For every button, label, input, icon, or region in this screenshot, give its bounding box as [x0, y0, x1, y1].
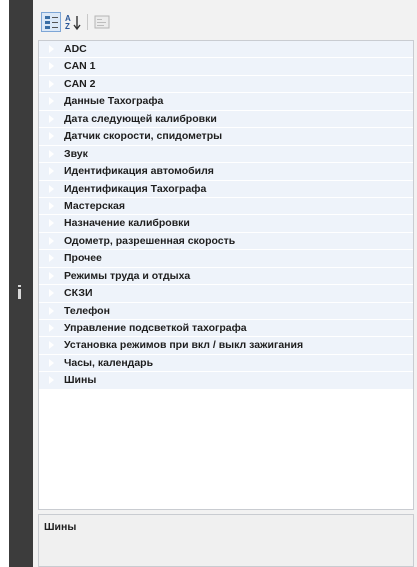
category-label: Часы, календарь [64, 356, 154, 369]
category-row-tachograph-data[interactable]: Данные Тахографа [39, 93, 413, 111]
expand-arrow-icon[interactable] [48, 270, 54, 281]
category-row-speed-sensor[interactable]: Датчик скорости, спидометры [39, 128, 413, 146]
description-pane: Шины [38, 514, 414, 567]
categorized-view-button[interactable] [41, 12, 61, 32]
expand-arrow-icon[interactable] [48, 148, 54, 159]
category-row-calibration-purpose[interactable]: Назначение калибровки [39, 215, 413, 233]
expand-arrow-icon[interactable] [48, 166, 54, 177]
side-splitter[interactable] [9, 0, 33, 567]
property-pages-icon [94, 15, 110, 29]
category-label: Шины [64, 374, 97, 387]
category-row-work-rest-modes[interactable]: Режимы труда и отдыха [39, 267, 413, 286]
category-label: Звук [64, 147, 88, 160]
expand-arrow-icon[interactable] [48, 375, 54, 386]
property-pages-button[interactable] [92, 12, 112, 32]
expand-arrow-icon[interactable] [48, 305, 54, 316]
category-label: СКЗИ [64, 287, 93, 300]
category-row-odometer[interactable]: Одометр, разрешенная скорость [39, 232, 413, 251]
category-label: CAN 1 [64, 60, 96, 73]
category-label: Одометр, разрешенная скорость [64, 234, 236, 247]
category-label: Прочее [64, 252, 102, 265]
property-grid: ADC CAN 1 CAN 2 Данные Тахографа Дата сл [38, 40, 414, 510]
category-label: Идентификация Тахографа [64, 182, 207, 195]
categorized-view-icon [45, 16, 58, 29]
category-label: Назначение калибровки [64, 217, 190, 230]
category-label: Режимы труда и отдыха [64, 269, 191, 282]
expand-arrow-icon[interactable] [48, 218, 54, 229]
property-panel: A Z ADC CAN 1 CAN 2 Данные Тахографа Дат… [33, 0, 417, 567]
category-label: Установка режимов при вкл / выкл зажиган… [64, 339, 304, 352]
category-label: Дата следующей калибровки [64, 112, 217, 125]
expand-arrow-icon[interactable] [48, 61, 54, 72]
expand-arrow-icon[interactable] [48, 253, 54, 264]
expand-arrow-icon[interactable] [48, 96, 54, 107]
category-label: Мастерская [64, 199, 126, 212]
toolbar-separator [87, 14, 88, 30]
description-title: Шины [44, 521, 77, 533]
category-row-vehicle-identification[interactable]: Идентификация автомобиля [39, 163, 413, 181]
expand-arrow-icon[interactable] [48, 78, 54, 89]
expand-arrow-icon[interactable] [48, 113, 54, 124]
splitter-grip-icon[interactable] [18, 285, 21, 299]
category-label: Данные Тахографа [64, 95, 164, 108]
category-row-backlight-control[interactable]: Управление подсветкой тахографа [39, 320, 413, 338]
category-label: Телефон [64, 304, 110, 317]
category-label: Идентификация автомобиля [64, 165, 214, 178]
category-row-other[interactable]: Прочее [39, 250, 413, 268]
category-row-adc[interactable]: ADC [39, 41, 413, 59]
category-row-clock-calendar[interactable]: Часы, календарь [39, 354, 413, 373]
svg-text:Z: Z [65, 22, 70, 31]
category-row-workshop[interactable]: Мастерская [39, 197, 413, 216]
category-label: ADC [64, 43, 87, 55]
category-row-skzi[interactable]: СКЗИ [39, 285, 413, 303]
expand-arrow-icon[interactable] [48, 323, 54, 333]
expand-arrow-icon[interactable] [48, 44, 54, 54]
sort-alphabetical-icon: A Z [65, 14, 81, 31]
sort-alphabetical-button[interactable]: A Z [63, 12, 83, 32]
expand-arrow-icon[interactable] [48, 200, 54, 211]
category-row-phone[interactable]: Телефон [39, 302, 413, 320]
category-label: Управление подсветкой тахографа [64, 322, 247, 334]
category-row-can2[interactable]: CAN 2 [39, 75, 413, 94]
category-row-next-calibration-date[interactable]: Дата следующей калибровки [39, 110, 413, 129]
category-row-can1[interactable]: CAN 1 [39, 58, 413, 76]
category-row-tachograph-identification[interactable]: Идентификация Тахографа [39, 180, 413, 198]
category-row-ignition-modes[interactable]: Установка режимов при вкл / выкл зажиган… [39, 337, 413, 355]
expand-arrow-icon[interactable] [48, 183, 54, 194]
expand-arrow-icon[interactable] [48, 340, 54, 351]
expand-arrow-icon[interactable] [48, 235, 54, 246]
category-label: CAN 2 [64, 77, 96, 90]
expand-arrow-icon[interactable] [48, 357, 54, 368]
category-label: Датчик скорости, спидометры [64, 130, 223, 143]
expand-arrow-icon[interactable] [48, 288, 54, 299]
property-toolbar: A Z [33, 10, 417, 34]
expand-arrow-icon[interactable] [48, 131, 54, 142]
property-grid-window: A Z ADC CAN 1 CAN 2 Данные Тахографа Дат… [0, 0, 417, 567]
category-row-buses[interactable]: Шины [39, 372, 413, 390]
category-row-sound[interactable]: Звук [39, 145, 413, 164]
